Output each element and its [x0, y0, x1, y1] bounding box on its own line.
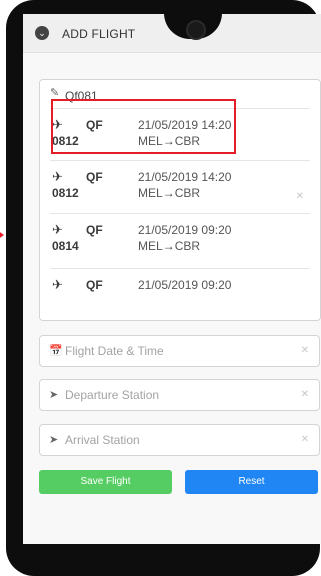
flight-number: 0814: [52, 239, 79, 253]
departure-station-placeholder: Departure Station: [65, 388, 160, 402]
search-value: Qf081: [65, 89, 98, 103]
plane-icon: ✈: [52, 277, 63, 292]
plane-icon: ✈: [52, 169, 63, 184]
send-icon: ➤: [49, 389, 59, 401]
chevron-down-circle-icon[interactable]: ⌄: [35, 26, 49, 40]
arrival-station-field[interactable]: ➤ Arrival Station ✕: [39, 424, 320, 456]
calendar-icon: 📅: [49, 345, 63, 357]
flight-result-item[interactable]: ✈ QF 0812 21/05/2019 14:20 MEL→CBR ✕: [50, 160, 310, 213]
airline-code: QF: [86, 223, 103, 237]
phone-frame: ⌄ ADD FLIGHT ✎ Qf081 ✈ QF 0812 21/05/201…: [6, 0, 321, 576]
arrival-station-placeholder: Arrival Station: [65, 433, 140, 447]
airline-code: QF: [86, 118, 103, 132]
airline-code: QF: [86, 278, 103, 292]
reset-button[interactable]: Reset: [185, 470, 318, 494]
clear-icon[interactable]: ✕: [296, 191, 304, 202]
send-icon: ➤: [49, 434, 59, 446]
clear-icon[interactable]: ✕: [301, 345, 309, 356]
flight-route: MEL→CBR: [138, 134, 201, 148]
clear-icon[interactable]: ✕: [301, 434, 309, 445]
flight-date-time-placeholder: Flight Date & Time: [65, 344, 164, 358]
save-flight-button[interactable]: Save Flight: [39, 470, 172, 494]
flight-result-item[interactable]: ✈ QF 0814 21/05/2019 09:20 MEL→CBR: [50, 213, 310, 266]
red-arrow-marker: [0, 225, 4, 245]
flight-datetime: 21/05/2019 09:20: [138, 223, 232, 237]
flight-route: MEL→CBR: [138, 186, 201, 200]
flight-search-card: ✎ Qf081 ✈ QF 0812 21/05/2019 14:20 MEL→C…: [39, 79, 321, 321]
page-title: ADD FLIGHT: [62, 27, 136, 41]
flight-datetime: 21/05/2019 14:20: [138, 118, 232, 132]
edit-icon: ✎: [50, 87, 60, 99]
flight-search-input[interactable]: ✎ Qf081: [40, 80, 320, 108]
clear-icon[interactable]: ✕: [301, 389, 309, 400]
plane-icon: ✈: [52, 222, 63, 237]
flight-route: MEL→CBR: [138, 239, 201, 253]
flight-datetime: 21/05/2019 09:20: [138, 278, 232, 292]
departure-station-field[interactable]: ➤ Departure Station ✕: [39, 379, 320, 411]
flight-result-item[interactable]: ✈ QF 0812 21/05/2019 14:20 MEL→CBR: [50, 108, 310, 161]
flight-datetime: 21/05/2019 14:20: [138, 170, 232, 184]
flight-date-time-field[interactable]: 📅 Flight Date & Time ✕: [39, 335, 320, 367]
app-screen: ⌄ ADD FLIGHT ✎ Qf081 ✈ QF 0812 21/05/201…: [23, 14, 321, 544]
flight-number: 0812: [52, 186, 79, 200]
plane-icon: ✈: [52, 117, 63, 132]
airline-code: QF: [86, 170, 103, 184]
flight-result-item[interactable]: ✈ QF 21/05/2019 09:20: [50, 268, 310, 309]
camera-icon: [186, 20, 206, 40]
flight-number: 0812: [52, 134, 79, 148]
